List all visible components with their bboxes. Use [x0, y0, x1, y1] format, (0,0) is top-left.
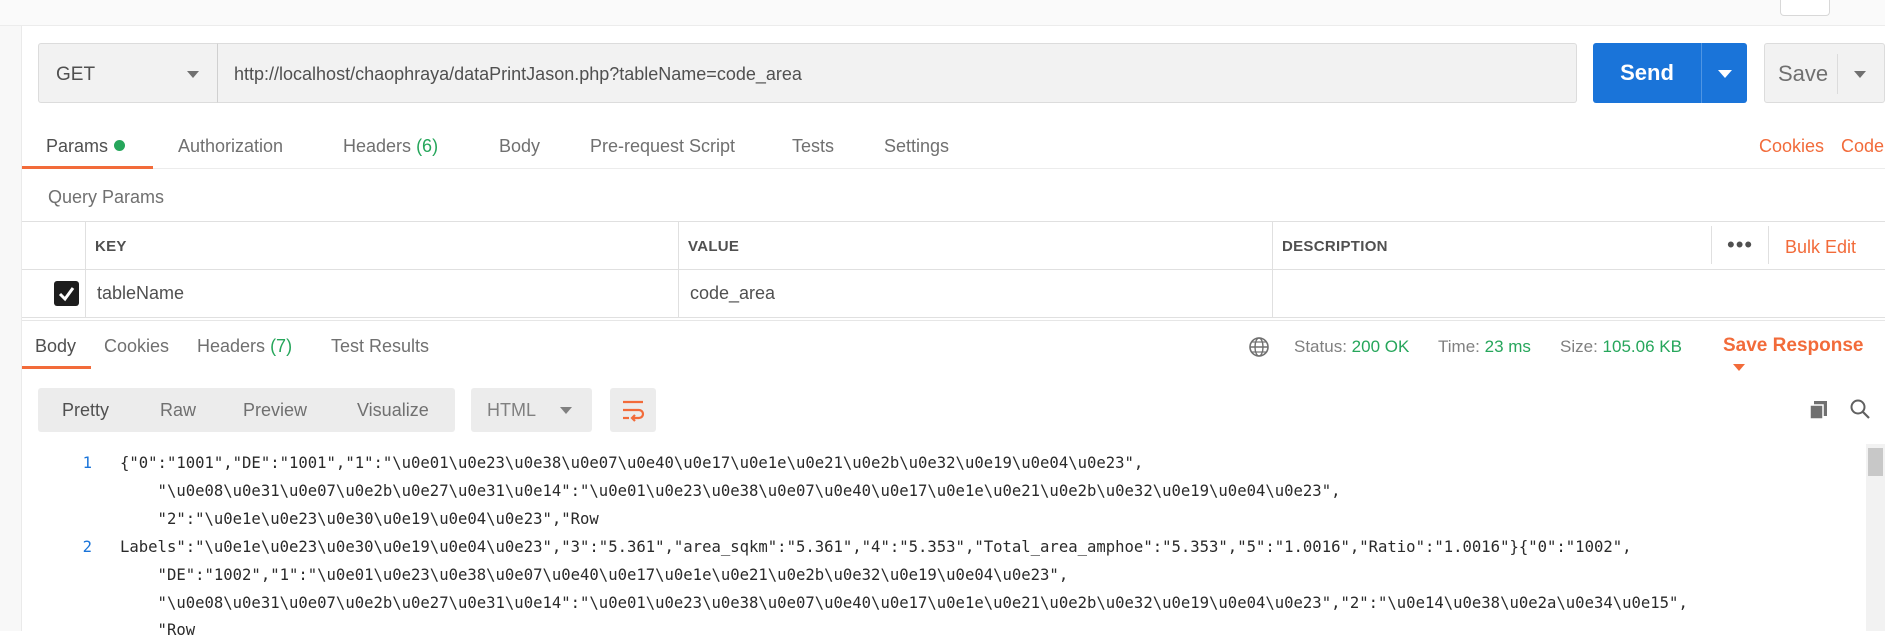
time-label: Time:: [1438, 337, 1480, 356]
tab-authorization[interactable]: Authorization: [178, 136, 283, 160]
size-value: 105.06 KB: [1602, 337, 1682, 356]
tab-headers-label: Headers: [343, 136, 412, 156]
chevron-down-icon: [1718, 70, 1732, 78]
active-indicator-icon: [114, 140, 126, 151]
tab-body[interactable]: Body: [499, 136, 540, 160]
chevron-down-icon: [1854, 71, 1866, 78]
param-value-input[interactable]: code_area: [690, 283, 775, 304]
window-top-strip: [0, 0, 1885, 26]
code-line: "\u0e08\u0e31\u0e07\u0e2b\u0e27\u0e31\u0…: [120, 482, 1341, 500]
line-number: 2: [82, 538, 92, 556]
response-tab-cookies[interactable]: Cookies: [104, 336, 169, 357]
param-key-input[interactable]: tableName: [97, 283, 184, 304]
view-visualize-button[interactable]: Visualize: [357, 400, 429, 421]
code-line: {"0":"1001","DE":"1001","1":"\u0e01\u0e2…: [120, 454, 1144, 472]
size-label: Size:: [1560, 337, 1598, 356]
code-link[interactable]: Code: [1841, 136, 1884, 157]
status-value: 200 OK: [1351, 337, 1410, 356]
check-icon: [58, 287, 75, 302]
size-readout: Size: 105.06 KB: [1560, 337, 1682, 357]
url-input[interactable]: http://localhost/chaophraya/dataPrintJas…: [217, 43, 1577, 103]
format-label: HTML: [487, 400, 536, 420]
send-button[interactable]: Send: [1593, 43, 1701, 103]
divider: [22, 269, 1885, 270]
format-select[interactable]: HTML: [471, 388, 592, 432]
active-tab-underline: [22, 166, 153, 169]
top-control[interactable]: [1780, 0, 1830, 16]
cookies-link[interactable]: Cookies: [1759, 136, 1824, 157]
divider: [1711, 226, 1712, 264]
code-line: "Row: [120, 621, 196, 639]
tab-params-label: Params: [46, 136, 109, 156]
status-readout: Status: 200 OK: [1294, 337, 1409, 357]
column-header-description: DESCRIPTION: [1282, 238, 1388, 255]
tab-prerequest-script[interactable]: Pre-request Script: [590, 136, 735, 160]
tabs-divider: [22, 168, 1885, 169]
param-checkbox[interactable]: [54, 281, 79, 306]
left-sidebar-rail: [0, 26, 22, 631]
time-readout: Time: 23 ms: [1438, 337, 1531, 357]
view-raw-button[interactable]: Raw: [160, 400, 196, 421]
response-tab-test-results[interactable]: Test Results: [331, 336, 429, 357]
copy-icon[interactable]: [1808, 398, 1830, 420]
save-response-label: Save Response: [1723, 335, 1864, 356]
status-label: Status:: [1294, 337, 1347, 356]
method-select[interactable]: GET: [38, 43, 218, 103]
column-header-key: KEY: [95, 238, 127, 255]
more-options-icon[interactable]: •••: [1727, 232, 1753, 258]
code-line: Labels":"\u0e1e\u0e23\u0e30\u0e19\u0e04\…: [120, 538, 1632, 556]
search-icon[interactable]: [1849, 398, 1871, 420]
line-number: 1: [82, 454, 92, 472]
column-header-value: VALUE: [688, 238, 740, 255]
scrollbar-thumb[interactable]: [1868, 448, 1883, 476]
view-preview-button[interactable]: Preview: [243, 400, 307, 421]
bulk-edit-link[interactable]: Bulk Edit: [1785, 237, 1856, 258]
tab-tests[interactable]: Tests: [792, 136, 834, 160]
wrap-icon: [623, 400, 645, 422]
response-tab-headers[interactable]: Headers (7): [197, 336, 292, 357]
response-headers-count: (7): [270, 336, 293, 356]
tab-headers[interactable]: Headers (6): [343, 136, 438, 160]
time-value: 23 ms: [1484, 337, 1531, 356]
response-tab-body[interactable]: Body: [35, 336, 76, 357]
view-pretty-button[interactable]: Pretty: [62, 400, 109, 421]
tab-settings[interactable]: Settings: [884, 136, 949, 160]
code-line: "2":"\u0e1e\u0e23\u0e30\u0e19\u0e04\u0e2…: [120, 510, 599, 528]
code-line: "DE":"1002","1":"\u0e01\u0e23\u0e38\u0e0…: [120, 566, 1069, 584]
active-tab-underline: [22, 366, 91, 369]
divider: [1768, 226, 1769, 264]
query-params-title: Query Params: [48, 187, 165, 207]
chevron-down-icon: [187, 71, 199, 78]
wrap-lines-button[interactable]: [610, 388, 656, 432]
divider: [1837, 54, 1838, 94]
save-label: Save: [1778, 61, 1829, 86]
chevron-down-icon: [560, 407, 572, 414]
method-label: GET: [56, 64, 96, 85]
chevron-down-icon: [1733, 364, 1745, 371]
globe-icon[interactable]: [1248, 336, 1270, 358]
code-line: "\u0e08\u0e31\u0e07\u0e2b\u0e27\u0e31\u0…: [120, 594, 1688, 612]
save-response-button[interactable]: Save Response: [1723, 335, 1885, 379]
headers-count: (6): [416, 136, 439, 156]
save-button[interactable]: Save: [1764, 43, 1885, 103]
response-headers-label: Headers: [197, 336, 266, 356]
send-options-button[interactable]: [1701, 43, 1747, 103]
tab-params[interactable]: Params: [46, 136, 126, 160]
